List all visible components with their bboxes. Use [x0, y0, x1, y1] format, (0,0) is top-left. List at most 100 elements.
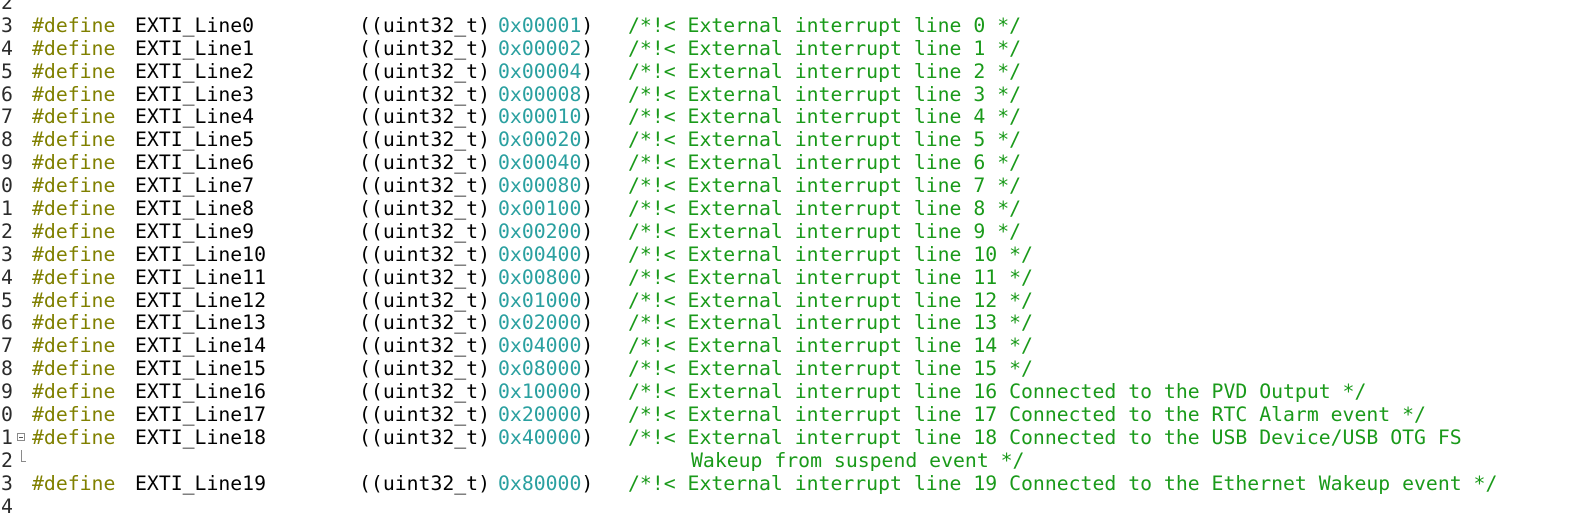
hex-value: 0x04000	[498, 334, 582, 358]
line-number: 3	[1, 471, 13, 495]
hex-value-group: 0x00010)	[498, 106, 593, 129]
macro-name: EXTI_Line0	[135, 13, 255, 37]
line-number: 7	[1, 334, 13, 358]
minus-box-icon[interactable]	[17, 432, 25, 441]
closing-paren: )	[581, 380, 594, 404]
line-number: 8	[1, 128, 13, 152]
hex-value: 0x00800	[498, 265, 582, 289]
hex-value: 0x00200	[498, 219, 582, 243]
type-cast: ((uint32_t)	[359, 242, 491, 266]
code-line[interactable]: 8 #define EXTI_Line5 ((uint32_t) 0x00020) /*!…	[0, 128, 1574, 152]
code-line[interactable]: 5 #define EXTI_Line2 ((uint32_t) 0x00004) /*!…	[0, 59, 1574, 84]
line-number: 0	[1, 174, 13, 198]
define-keyword: #define	[32, 357, 116, 381]
hex-value: 0x02000	[498, 311, 582, 335]
code-text: #define EXTI_Line4 ((uint32_t) 0x00010) /*!<…	[32, 105, 1021, 129]
hex-value: 0x00080	[498, 174, 582, 198]
fold-toggle-icon[interactable]	[17, 427, 26, 450]
define-keyword: #define	[32, 128, 116, 152]
hex-value: 0x00040	[498, 151, 582, 175]
code-line[interactable]: 8 #define EXTI_Line15 ((uint32_t) 0x08000) /*…	[0, 357, 1574, 381]
code-text: #define EXTI_Line19 ((uint32_t) 0x80000) /*!…	[32, 471, 1497, 496]
closing-paren: )	[581, 105, 594, 129]
type-cast: ((uint32_t)	[359, 357, 491, 381]
code-text: #define EXTI_Line18 ((uint32_t) 0x40000) /*!…	[32, 425, 1462, 450]
code-line[interactable]: 1 #define EXTI_Line8 ((uint32_t) 0x00100) /*!…	[0, 197, 1574, 221]
type-cast: ((uint32_t)	[359, 151, 491, 175]
hex-value-group: 0x02000)	[498, 312, 593, 335]
code-line[interactable]: 2 #define EXTI_Line9 ((uint32_t) 0x00200) /*!…	[0, 219, 1574, 244]
code-text: #define EXTI_Line12 ((uint32_t) 0x01000) /*!…	[32, 288, 1033, 313]
code-line[interactable]: 3 #define EXTI_Line0 ((uint32_t) 0x00001) /*!…	[0, 13, 1574, 38]
type-cast: ((uint32_t)	[359, 311, 491, 335]
line-number: 9	[1, 151, 13, 175]
hex-value-group: 0x00040)	[498, 151, 593, 175]
define-keyword: #define	[32, 36, 116, 60]
closing-paren: )	[581, 36, 594, 60]
code-line[interactable]: 7 #define EXTI_Line14 ((uint32_t) 0x04000) /*…	[0, 334, 1574, 358]
code-text: #define EXTI_Line3 ((uint32_t) 0x00008) /*!<…	[32, 82, 1021, 107]
hex-value: 0x10000	[498, 380, 582, 404]
closing-paren: )	[581, 219, 594, 243]
code-line[interactable]: 0 #define EXTI_Line7 ((uint32_t) 0x00080) /*!…	[0, 174, 1574, 198]
doc-comment: /*!< External interrupt line 12 */	[628, 288, 1033, 312]
code-line[interactable]: 9 #define EXTI_Line16 ((uint32_t) 0x10000) /*…	[0, 380, 1574, 404]
macro-name: EXTI_Line7	[135, 174, 255, 198]
closing-paren: )	[581, 311, 594, 335]
line-number: 4	[1, 265, 13, 289]
code-line[interactable]: 3 #define EXTI_Line10 ((uint32_t) 0x00400) /*…	[0, 242, 1574, 267]
type-cast: ((uint32_t)	[359, 425, 491, 449]
code-line[interactable]: 6 #define EXTI_Line13 ((uint32_t) 0x02000) /*…	[0, 312, 1574, 335]
define-keyword: #define	[32, 82, 116, 106]
doc-comment: /*!< External interrupt line 5 */	[628, 128, 1022, 152]
code-line[interactable]: 6 #define EXTI_Line3 ((uint32_t) 0x00008) /*!…	[0, 82, 1574, 107]
code-text: #define EXTI_Line13 ((uint32_t) 0x02000) /*!…	[32, 311, 1033, 335]
macro-name: EXTI_Line2	[135, 59, 255, 83]
line-number: 4	[1, 36, 13, 60]
code-line[interactable]: 9 #define EXTI_Line6 ((uint32_t) 0x00040) /*!…	[0, 151, 1574, 175]
hex-value: 0x00400	[498, 242, 582, 266]
doc-comment: /*!< External interrupt line 0 */	[628, 13, 1022, 37]
code-line[interactable]: 2	[0, 0, 1574, 15]
code-line[interactable]: 4	[0, 494, 1574, 515]
define-keyword: #define	[32, 334, 116, 358]
code-text: #define EXTI_Line11 ((uint32_t) 0x00800) /*!…	[32, 266, 1033, 290]
code-lines: 2 3 #define EXTI_Line0 ((uint32_t) 0x00001)/*…	[0, 0, 1574, 515]
define-keyword: #define	[32, 151, 116, 175]
code-line[interactable]: 1 #define EXTI_Line18 ((uint32_t) 0x40000) /*…	[0, 425, 1574, 450]
closing-paren: )	[581, 265, 594, 289]
type-cast: ((uint32_t)	[359, 334, 491, 358]
macro-name: EXTI_Line15	[135, 357, 267, 381]
code-line[interactable]: 3 #define EXTI_Line19 ((uint32_t) 0x80000) /*…	[0, 471, 1574, 496]
hex-value-group: 0x40000)	[498, 426, 593, 450]
code-line[interactable]: 0 #define EXTI_Line17 ((uint32_t) 0x20000) /*…	[0, 403, 1574, 427]
line-number: 2	[1, 0, 13, 14]
define-keyword: #define	[32, 174, 116, 198]
macro-name: EXTI_Line10	[135, 242, 267, 266]
code-line[interactable]: 2 Wakeup from suspend event */	[0, 449, 1574, 473]
define-keyword: #define	[32, 311, 116, 335]
code-line[interactable]: 7 #define EXTI_Line4 ((uint32_t) 0x00010) /*!…	[0, 106, 1574, 129]
hex-value-group: 0x00004)	[498, 60, 593, 84]
define-keyword: #define	[32, 471, 116, 495]
code-editor[interactable]: 2 3 #define EXTI_Line0 ((uint32_t) 0x00001)/*…	[0, 0, 1574, 515]
hex-value: 0x00010	[498, 105, 582, 129]
define-keyword: #define	[32, 105, 116, 129]
closing-paren: )	[581, 288, 594, 312]
type-cast: ((uint32_t)	[359, 265, 491, 289]
closing-paren: )	[581, 13, 594, 37]
doc-comment: /*!< External interrupt line 13 */	[628, 311, 1033, 335]
macro-name: EXTI_Line14	[135, 334, 267, 358]
doc-comment: /*!< External interrupt line 4 */	[628, 105, 1022, 129]
line-number: 4	[1, 494, 13, 515]
code-line[interactable]: 4 #define EXTI_Line1 ((uint32_t) 0x00002) /*!…	[0, 36, 1574, 61]
code-text: #define EXTI_Line8 ((uint32_t) 0x00100) /*!<…	[32, 197, 1021, 221]
code-line[interactable]: 5 #define EXTI_Line12 ((uint32_t) 0x01000) /*…	[0, 288, 1574, 313]
define-keyword: #define	[32, 242, 116, 266]
define-keyword: #define	[32, 425, 116, 449]
define-keyword: #define	[32, 288, 116, 312]
code-line[interactable]: 4 #define EXTI_Line11 ((uint32_t) 0x00800) /*…	[0, 265, 1574, 290]
type-cast: ((uint32_t)	[359, 197, 491, 221]
closing-paren: )	[581, 82, 594, 106]
type-cast: ((uint32_t)	[359, 174, 491, 198]
